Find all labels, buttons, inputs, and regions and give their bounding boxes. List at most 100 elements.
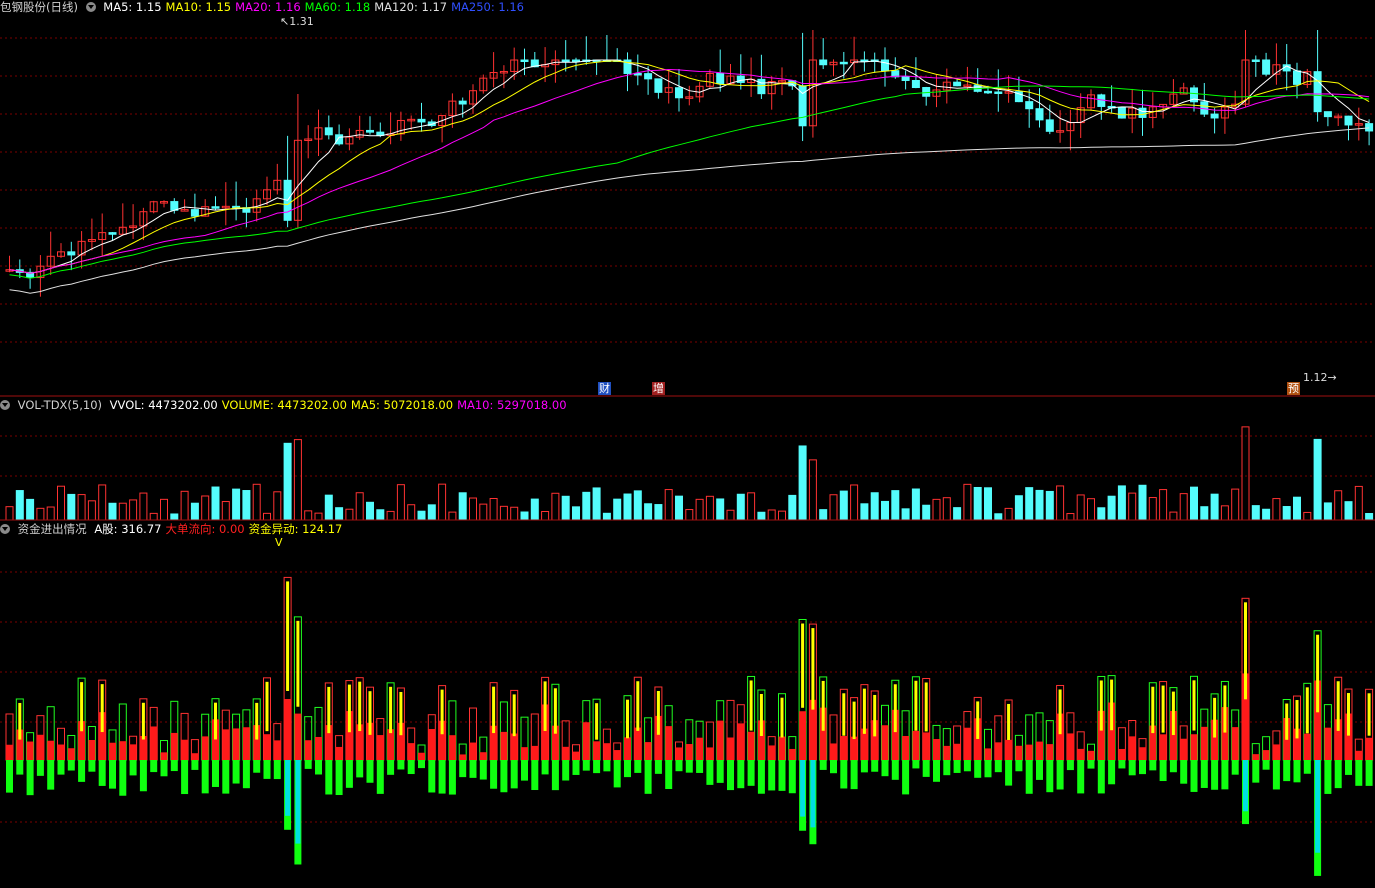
fund-outflow — [376, 760, 384, 794]
fund-outflow — [1262, 760, 1270, 770]
low-price-marker: 1.12→ — [1303, 371, 1337, 384]
fund-inflow — [1365, 737, 1373, 760]
fund-inflow — [1046, 744, 1054, 760]
fund-inflow — [1036, 741, 1043, 760]
volume-bar — [376, 509, 385, 521]
volume-bar — [1365, 513, 1374, 521]
fund-inflow — [26, 741, 34, 760]
fund-anomaly — [1316, 634, 1320, 713]
fund-outflow — [304, 760, 312, 769]
candle — [366, 129, 374, 133]
fund-outflow — [356, 760, 364, 778]
dropdown-icon[interactable] — [85, 2, 96, 12]
volume-bar — [963, 483, 972, 521]
fund-anomaly — [347, 684, 351, 733]
fund-inflow — [943, 745, 951, 760]
volume-bar — [942, 497, 951, 521]
fund-inflow — [315, 736, 322, 760]
fund-indicator-name[interactable]: 资金进出情况 — [18, 522, 87, 536]
volume-bar — [829, 494, 838, 521]
fund-outflow — [1128, 760, 1136, 776]
badge-increase[interactable]: 增 — [652, 382, 665, 395]
dropdown-icon[interactable] — [0, 524, 10, 534]
fund-inflow — [36, 734, 44, 760]
volume-bar — [932, 498, 941, 521]
fund-anomaly — [255, 702, 259, 740]
fund-inflow — [696, 737, 704, 760]
volume-bar — [211, 486, 220, 521]
fund-outflow — [624, 760, 631, 778]
fund-inflow — [459, 754, 467, 760]
volume-bar — [67, 493, 76, 521]
fund-inflow — [335, 746, 343, 760]
fund-outflow — [1231, 760, 1239, 775]
volume-bar — [1210, 493, 1219, 521]
candle — [922, 87, 931, 97]
fund-label-2: 资金异动: 124.17 — [248, 522, 343, 536]
candle — [1210, 113, 1219, 119]
fund-outflow — [242, 760, 250, 789]
fund-outflow — [263, 760, 271, 779]
fund-outflow-inner — [1315, 760, 1321, 853]
volume-bar — [551, 492, 560, 521]
candle — [1344, 115, 1353, 126]
volume-bar — [479, 503, 488, 521]
chart-canvas[interactable] — [0, 0, 1375, 888]
volume-bar — [561, 495, 570, 521]
fund-outflow — [366, 760, 374, 783]
fund-outflow — [6, 760, 13, 793]
fund-inflow — [67, 748, 75, 760]
fund-outflow-inner — [1243, 760, 1248, 812]
fund-outflow — [819, 760, 827, 770]
candle — [654, 78, 663, 93]
fund-outflow — [459, 760, 467, 778]
candle — [417, 118, 426, 123]
volume-bar — [469, 497, 477, 521]
stock-title[interactable]: 包钢股份(日线) — [0, 0, 78, 14]
candle — [1025, 101, 1034, 110]
fund-outflow — [1046, 760, 1054, 793]
volume-values: VVOL: 4473202.00 VOLUME: 4473202.00 MA5: 5… — [110, 398, 571, 412]
fund-inflow — [428, 729, 436, 760]
fund-outflow — [325, 760, 333, 795]
high-price-marker: ↖1.31 — [280, 15, 314, 28]
fund-outflow — [675, 760, 683, 772]
volume-indicator-name[interactable]: VOL-TDX(5,10) — [18, 398, 102, 412]
candle — [335, 134, 344, 145]
fund-inflow — [634, 727, 642, 760]
badge-forecast[interactable]: 预 — [1287, 382, 1300, 395]
fund-outflow-inner — [800, 760, 806, 817]
volume-bar — [1138, 484, 1147, 521]
candle — [1251, 59, 1260, 62]
candle — [881, 59, 889, 72]
fund-inflow — [109, 742, 116, 760]
fund-inflow — [1190, 734, 1198, 760]
ma-values: MA5: 1.15 MA10: 1.15 MA20: 1.16 MA60: 1.18 M… — [103, 0, 528, 14]
volume-bar — [366, 501, 374, 521]
fund-outflow — [98, 760, 106, 786]
volume-bar — [355, 492, 364, 521]
fund-anomaly — [821, 680, 825, 731]
fund-outflow — [170, 760, 178, 772]
fund-inflow — [1066, 733, 1074, 760]
fund-outflow — [871, 760, 879, 772]
fund-outflow — [1005, 760, 1013, 786]
fund-outflow-inner — [810, 760, 816, 828]
fund-inflow — [737, 723, 745, 760]
dropdown-icon[interactable] — [0, 400, 10, 410]
fund-outflow — [933, 760, 940, 782]
candle — [520, 59, 529, 62]
fund-inflow — [902, 735, 910, 760]
candle — [1117, 107, 1126, 119]
fund-inflow — [1128, 736, 1136, 760]
fund-inflow — [387, 729, 395, 760]
fund-outflow — [438, 760, 446, 794]
fund-label-0: A股: 316.77 — [94, 522, 162, 536]
fund-outflow — [1118, 760, 1126, 769]
fund-outflow — [613, 760, 621, 788]
fund-anomaly — [1367, 693, 1371, 736]
fund-outflow — [696, 760, 704, 773]
badge-finance[interactable]: 财 — [598, 382, 611, 395]
fund-outflow — [1149, 760, 1157, 771]
fund-inflow — [160, 752, 168, 760]
